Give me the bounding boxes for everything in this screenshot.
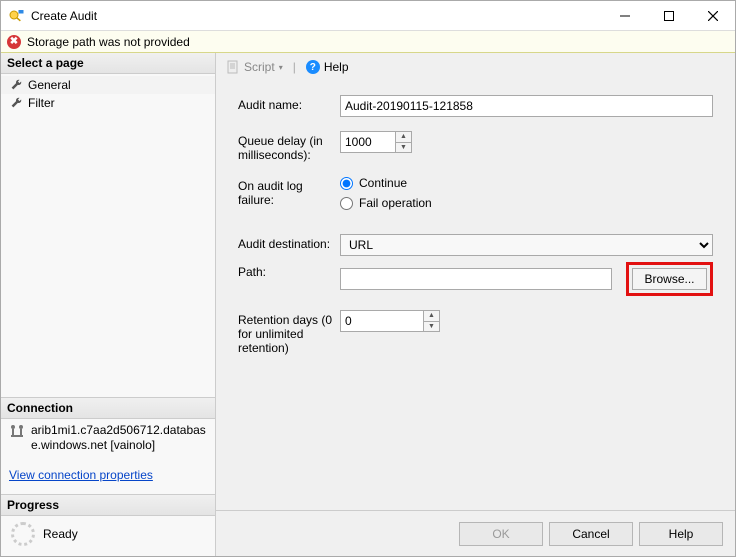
help-icon: ? [306,60,320,74]
view-connection-properties-link[interactable]: View connection properties [1,458,215,494]
queue-delay-spinner[interactable]: ▲▼ [395,132,411,152]
error-icon: ✖ [7,35,21,49]
destination-select[interactable]: URL [340,234,713,256]
toolbar: Script ▾ | ? Help [216,53,735,81]
destination-label: Audit destination: [238,234,340,251]
alert-message: Storage path was not provided [27,35,190,49]
app-icon [9,8,25,24]
progress-header: Progress [1,494,215,516]
progress-text: Ready [43,527,78,541]
audit-name-input[interactable] [340,95,713,117]
help-label: Help [324,60,349,74]
path-input[interactable] [340,268,612,290]
audit-name-label: Audit name: [238,95,340,112]
script-label: Script [244,60,275,74]
highlight-box: Browse... [626,262,713,296]
maximize-button[interactable] [647,1,691,31]
minimize-button[interactable] [603,1,647,31]
sidebar-item-filter[interactable]: Filter [1,94,215,112]
cancel-button[interactable]: Cancel [549,522,633,546]
failure-label: On audit log failure: [238,176,340,207]
radio-continue[interactable]: Continue [340,176,432,190]
window-title: Create Audit [31,9,603,23]
toolbar-separator: | [293,60,296,74]
progress-spinner-icon [11,522,35,546]
radio-continue-label: Continue [359,176,407,190]
radio-continue-input[interactable] [340,177,353,190]
select-page-header: Select a page [1,53,215,74]
close-button[interactable] [691,1,735,31]
sidebar: Select a page General Filter Connection [1,53,216,556]
browse-button[interactable]: Browse... [632,268,707,290]
radio-fail-input[interactable] [340,197,353,210]
server-icon [9,423,25,439]
retention-label: Retention days (0 for unlimited retentio… [238,310,340,355]
radio-fail-label: Fail operation [359,196,432,210]
sidebar-item-label: Filter [28,96,55,110]
form-area: Audit name: Queue delay (in milliseconds… [216,81,735,510]
help-button[interactable]: ? Help [302,58,353,76]
progress-block: Ready [1,516,215,556]
connection-info: arib1mi1.c7aa2d506712.database.windows.n… [1,419,215,458]
footer: OK Cancel Help [216,510,735,556]
script-button[interactable]: Script ▾ [222,58,287,76]
sidebar-item-general[interactable]: General [1,76,215,94]
wrench-icon [9,78,23,92]
connection-header: Connection [1,397,215,419]
titlebar: Create Audit [1,1,735,31]
main-area: Script ▾ | ? Help Audit name: Queue dela… [216,53,735,556]
wrench-icon [9,96,23,110]
ok-button[interactable]: OK [459,522,543,546]
help-button-footer[interactable]: Help [639,522,723,546]
radio-fail-operation[interactable]: Fail operation [340,196,432,210]
chevron-down-icon: ▾ [279,63,283,72]
sidebar-item-label: General [28,78,71,92]
script-icon [226,60,240,74]
path-label: Path: [238,262,340,279]
queue-delay-label: Queue delay (in milliseconds): [238,131,340,162]
connection-text: arib1mi1.c7aa2d506712.database.windows.n… [31,423,207,454]
retention-spinner[interactable]: ▲▼ [423,311,439,331]
alert-bar: ✖ Storage path was not provided [1,31,735,53]
